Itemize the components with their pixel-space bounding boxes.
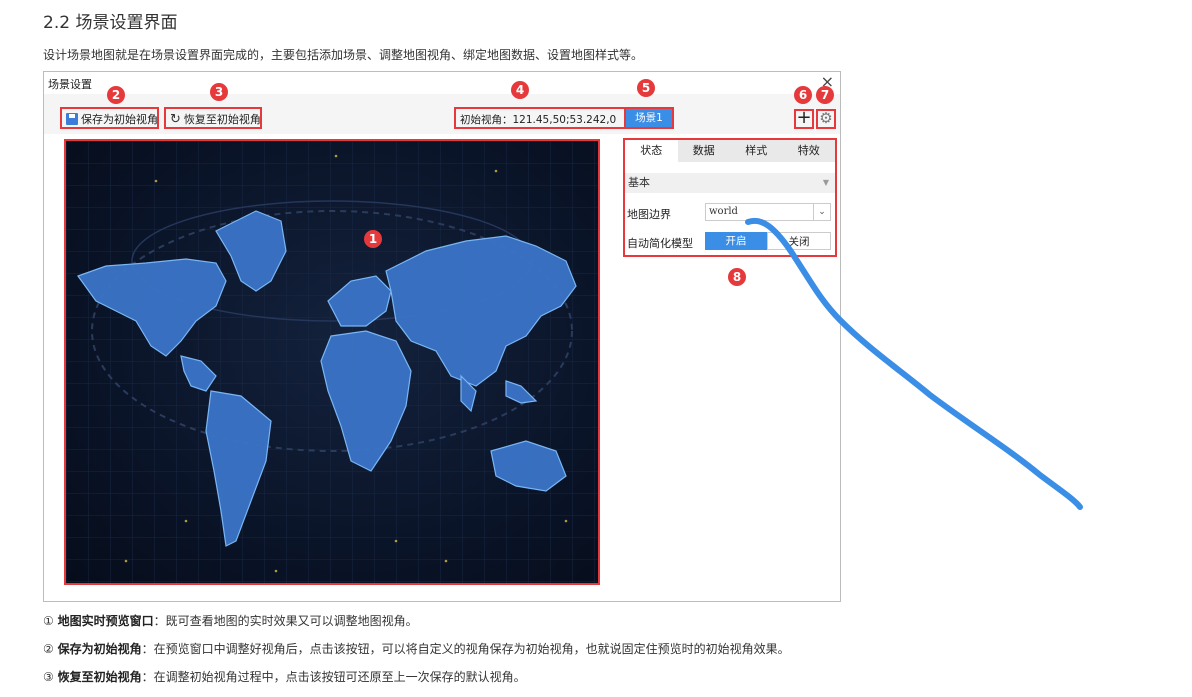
callout-number-4: 4 — [511, 81, 529, 99]
description-2-text: ：在预览窗口中调整好视角后，点击该按钮，可以将自定义的视角保存为初始视角，也就说… — [141, 642, 790, 656]
description-2-title: 保存为初始视角 — [57, 642, 142, 656]
callout-number-1: 1 — [364, 230, 382, 248]
scene-settings-dialog: 场景设置 × 保存为初始视角 ↻ 恢复至初始视角 初始视角：121.45,50;… — [43, 71, 841, 602]
callout-number-7: 7 — [816, 86, 834, 104]
callout-number-8: 8 — [728, 268, 746, 286]
description-1: ① 地图实时预览窗口：既可查看地图的实时效果又可以调整地图视角。 — [43, 612, 418, 629]
callout-box-2 — [60, 107, 159, 129]
callout-number-5: 5 — [637, 79, 655, 97]
description-3-title: 恢复至初始视角 — [57, 670, 142, 684]
description-3-text: ：在调整初始视角过程中，点击该按钮可还原至上一次保存的默认视角。 — [141, 670, 526, 684]
description-2-number: ② — [43, 642, 54, 656]
callout-number-6: 6 — [794, 86, 812, 104]
dialog-title: 场景设置 — [48, 78, 92, 91]
description-2: ② 保存为初始视角：在预览窗口中调整好视角后，点击该按钮，可以将自定义的视角保存… — [43, 640, 790, 657]
callout-box-8 — [623, 138, 837, 257]
description-3: ③ 恢复至初始视角：在调整初始视角过程中，点击该按钮可还原至上一次保存的默认视角… — [43, 668, 526, 685]
callout-box-7 — [816, 109, 836, 129]
intro-text: 设计场景地图就是在场景设置界面完成的，主要包括添加场景、调整地图视角、绑定地图数… — [43, 48, 644, 62]
description-1-number: ① — [43, 614, 54, 628]
callout-box-1 — [64, 139, 600, 585]
callout-number-2: 2 — [107, 86, 125, 104]
description-1-title: 地图实时预览窗口 — [57, 614, 154, 628]
callout-box-6 — [794, 109, 814, 129]
section-heading: 2.2 场景设置界面 — [43, 13, 178, 33]
callout-box-3 — [164, 107, 262, 129]
callout-number-3: 3 — [210, 83, 228, 101]
callout-box-5 — [624, 107, 674, 129]
callout-box-4 — [454, 107, 641, 129]
description-3-number: ③ — [43, 670, 54, 684]
description-1-text: ：既可查看地图的实时效果又可以调整地图视角。 — [153, 614, 418, 628]
